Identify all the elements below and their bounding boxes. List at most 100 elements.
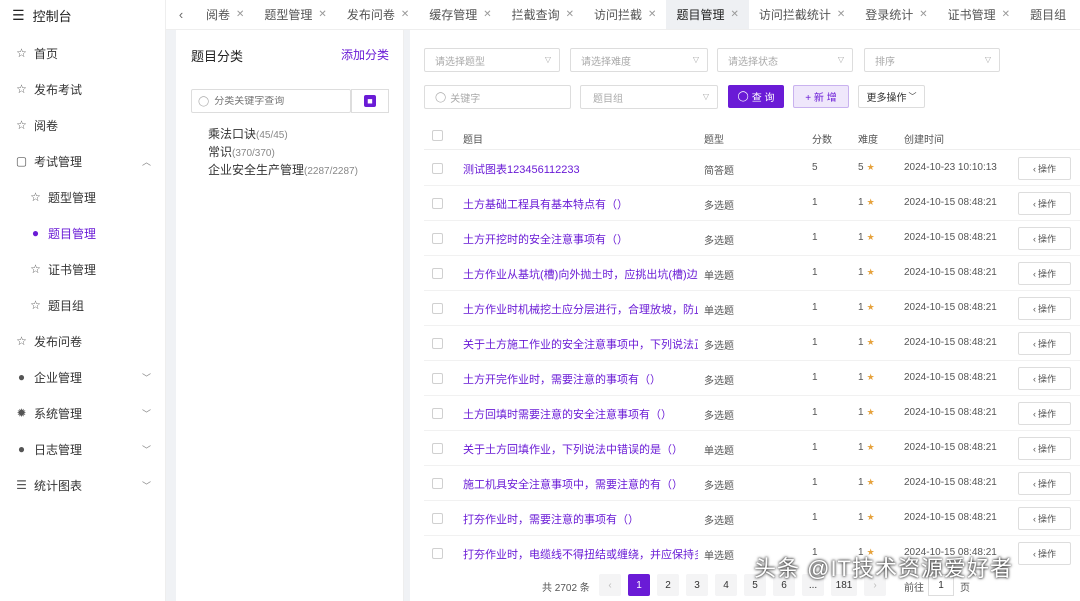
row-action-button[interactable]: ‹ 操作 bbox=[1018, 297, 1071, 320]
question-title-link[interactable]: 土方开完作业时，需要注意的事项有（） bbox=[463, 371, 698, 387]
table-body: 测试图表123456112233 简答题 5 5 ★ 2024-10-23 10:10:1… bbox=[424, 151, 1080, 571]
question-score: 1 bbox=[812, 407, 818, 418]
question-title-link[interactable]: 土方回填时需要注意的安全注意事项有（） bbox=[463, 406, 698, 422]
query-button[interactable]: ◯ 查 询 bbox=[728, 85, 784, 108]
row-checkbox[interactable] bbox=[432, 513, 443, 524]
sidebar-item-label: 发布考试 bbox=[34, 82, 83, 97]
question-title-link[interactable]: 测试图表123456112233 bbox=[463, 161, 698, 177]
question-title-link[interactable]: 打夯作业时，需要注意的事项有（） bbox=[463, 511, 698, 527]
row-checkbox[interactable] bbox=[432, 268, 443, 279]
question-title-link[interactable]: 施工机具安全注意事项中，需要注意的有（） bbox=[463, 476, 698, 492]
chevron-left-icon[interactable]: ‹ bbox=[166, 0, 196, 29]
row-action-button[interactable]: ‹ 操作 bbox=[1018, 472, 1071, 495]
type-select[interactable]: 请选择题型 ▽ bbox=[424, 48, 560, 72]
row-action-button[interactable]: ‹ 操作 bbox=[1018, 507, 1071, 530]
close-icon[interactable]: ✕ bbox=[401, 9, 409, 20]
close-icon[interactable]: ✕ bbox=[837, 9, 845, 20]
sidebar-item-question-management[interactable]: ● 题目管理 bbox=[0, 215, 165, 251]
sidebar-item-question-types[interactable]: ☆ 题型管理 bbox=[0, 179, 165, 215]
created-time: 2024-10-15 08:48:21 bbox=[904, 407, 997, 418]
row-action-button[interactable]: ‹ 操作 bbox=[1018, 332, 1071, 355]
row-checkbox[interactable] bbox=[432, 198, 443, 209]
category-title: 题目分类 bbox=[191, 49, 244, 64]
question-title-link[interactable]: 打夯作业时，电缆线不得扭结或缠绕，并应保持多余 bbox=[463, 546, 698, 562]
group-select[interactable]: 题目组 ▽ bbox=[580, 85, 718, 109]
close-icon[interactable]: ✕ bbox=[919, 9, 927, 20]
add-question-button[interactable]: + 新 增 bbox=[793, 85, 849, 108]
tab-publish-survey[interactable]: 发布问卷 ✕ bbox=[337, 0, 419, 29]
row-action-button[interactable]: ‹ 操作 bbox=[1018, 542, 1071, 565]
question-title-link[interactable]: 关于土方回填作业，下列说法中错误的是（） bbox=[463, 441, 698, 457]
sidebar-item-question-groups[interactable]: ☆ 题目组 bbox=[0, 287, 165, 323]
sidebar-item-charts[interactable]: ☰ 统计图表 ﹀ bbox=[0, 467, 165, 503]
row-checkbox[interactable] bbox=[432, 303, 443, 314]
category-search-input[interactable] bbox=[214, 95, 345, 107]
row-checkbox[interactable] bbox=[432, 373, 443, 384]
question-title-link[interactable]: 土方作业从基坑(槽)向外抛土时，应挑出坑(槽)边沿 bbox=[463, 266, 698, 282]
select-all-checkbox[interactable] bbox=[432, 130, 443, 141]
category-select-all[interactable]: ■ bbox=[351, 89, 389, 113]
close-icon[interactable]: ✕ bbox=[1002, 9, 1010, 20]
row-action-button[interactable]: ‹ 操作 bbox=[1018, 402, 1071, 425]
add-category-link[interactable]: 添加分类 bbox=[341, 46, 389, 63]
tab-access-intercept[interactable]: 访问拦截 ✕ bbox=[584, 0, 666, 29]
row-checkbox[interactable] bbox=[432, 233, 443, 244]
row-action-button[interactable]: ‹ 操作 bbox=[1018, 437, 1071, 460]
close-icon[interactable]: ✕ bbox=[236, 9, 244, 20]
tab-question-types[interactable]: 题型管理 ✕ bbox=[254, 0, 336, 29]
sidebar-header[interactable]: ☰ 控制台 bbox=[0, 0, 165, 30]
question-type: 多选题 bbox=[704, 236, 734, 247]
category-node[interactable]: 常识(370/370) bbox=[208, 144, 358, 162]
close-icon[interactable]: ✕ bbox=[318, 9, 326, 20]
row-checkbox[interactable] bbox=[432, 443, 443, 454]
tab-grading[interactable]: 阅卷 ✕ bbox=[196, 0, 254, 29]
sidebar-item-enterprise[interactable]: ● 企业管理 ﹀ bbox=[0, 359, 165, 395]
prev-page-button[interactable]: ‹ bbox=[599, 574, 621, 596]
question-title-link[interactable]: 土方开挖时的安全注意事项有（） bbox=[463, 231, 698, 247]
tab-question-management[interactable]: 题目管理 ✕ bbox=[666, 0, 749, 29]
sidebar-item-grading[interactable]: ☆ 阅卷 bbox=[0, 107, 165, 143]
row-action-button[interactable]: ‹ 操作 bbox=[1018, 157, 1071, 180]
tab-cache[interactable]: 缓存管理 ✕ bbox=[419, 0, 501, 29]
sidebar-item-certificates[interactable]: ☆ 证书管理 bbox=[0, 251, 165, 287]
row-action-button[interactable]: ‹ 操作 bbox=[1018, 192, 1071, 215]
close-icon[interactable]: ✕ bbox=[648, 9, 656, 20]
sidebar-item-system[interactable]: ✹ 系统管理 ﹀ bbox=[0, 395, 165, 431]
sidebar-item-exam-management[interactable]: ▢ 考试管理 ︿ bbox=[0, 143, 165, 179]
page-button[interactable]: 4 bbox=[715, 574, 737, 596]
row-action-button[interactable]: ‹ 操作 bbox=[1018, 262, 1071, 285]
category-node[interactable]: 乘法口诀(45/45) bbox=[208, 126, 358, 144]
status-select[interactable]: 请选择状态 ▽ bbox=[717, 48, 853, 72]
row-checkbox[interactable] bbox=[432, 478, 443, 489]
row-action-button[interactable]: ‹ 操作 bbox=[1018, 227, 1071, 250]
page-button[interactable]: 2 bbox=[657, 574, 679, 596]
row-checkbox[interactable] bbox=[432, 338, 443, 349]
question-title-link[interactable]: 土方基础工程具有基本特点有（） bbox=[463, 196, 698, 212]
sort-select[interactable]: 排序 ▽ bbox=[864, 48, 1000, 72]
row-checkbox[interactable] bbox=[432, 548, 443, 559]
row-checkbox[interactable] bbox=[432, 408, 443, 419]
sidebar-item-logs[interactable]: ● 日志管理 ﹀ bbox=[0, 431, 165, 467]
close-icon[interactable]: ✕ bbox=[730, 9, 738, 20]
category-node[interactable]: 企业安全生产管理(2287/2287) bbox=[208, 162, 358, 180]
keyword-input[interactable]: ◯ 关键字 bbox=[424, 85, 571, 109]
close-icon[interactable]: ✕ bbox=[566, 9, 574, 20]
sidebar-item-publish-exam[interactable]: ☆ 发布考试 bbox=[0, 71, 165, 107]
sidebar-item-publish-survey[interactable]: ☆ 发布问卷 bbox=[0, 323, 165, 359]
sidebar-item-home[interactable]: ☆ 首页 bbox=[0, 35, 165, 71]
difficulty-select[interactable]: 请选择难度 ▽ bbox=[570, 48, 708, 72]
star-icon: ★ bbox=[866, 407, 875, 417]
page-button[interactable]: 1 bbox=[628, 574, 650, 596]
question-title-link[interactable]: 土方作业时机械挖土应分层进行，合理放坡，防止坍 bbox=[463, 301, 698, 317]
row-checkbox[interactable] bbox=[432, 163, 443, 174]
tab-intercept-stats[interactable]: 访问拦截统计 ✕ bbox=[749, 0, 855, 29]
tab-login-stats[interactable]: 登录统计 ✕ bbox=[855, 0, 937, 29]
more-actions-button[interactable]: 更多操作 ﹀ bbox=[858, 85, 925, 108]
page-button[interactable]: 3 bbox=[686, 574, 708, 596]
question-title-link[interactable]: 关于土方施工作业的安全注意事项中，下列说法正确 bbox=[463, 336, 698, 352]
row-action-button[interactable]: ‹ 操作 bbox=[1018, 367, 1071, 390]
tab-question-groups[interactable]: 题目组 bbox=[1020, 0, 1076, 29]
close-icon[interactable]: ✕ bbox=[483, 9, 491, 20]
tab-certificates[interactable]: 证书管理 ✕ bbox=[938, 0, 1020, 29]
tab-intercept-query[interactable]: 拦截查询 ✕ bbox=[502, 0, 584, 29]
